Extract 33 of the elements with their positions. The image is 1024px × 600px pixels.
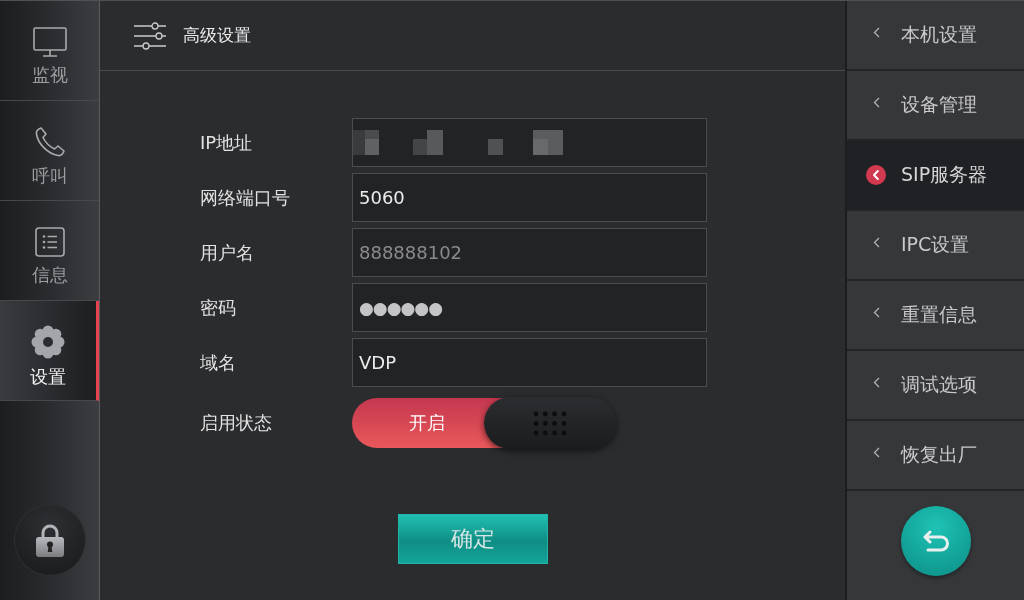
monitor-icon <box>32 26 67 57</box>
sidebar-tab[interactable]: 呼叫 <box>0 101 99 201</box>
return-arrow-icon <box>922 530 949 552</box>
field-label: 网络端口号 <box>200 185 291 210</box>
sidebar-tab[interactable]: 监视 <box>0 1 99 101</box>
input-field[interactable]: VDP <box>352 338 707 387</box>
field-label: 密码 <box>200 295 237 320</box>
gear-icon <box>31 324 65 359</box>
chevron-left-icon <box>866 165 886 185</box>
sidebar-tab[interactable]: 设置 <box>0 301 99 401</box>
page-title: 高级设置 <box>183 24 251 47</box>
field-label: 域名 <box>200 350 237 375</box>
input-field[interactable]: 888888102 <box>352 228 707 277</box>
field-label: IP地址 <box>200 130 254 155</box>
password-field[interactable]: ●●●●●● <box>352 283 707 332</box>
field-label: 用户名 <box>200 240 255 265</box>
field-label: 启用状态 <box>200 411 273 435</box>
toggle-switch[interactable]: 开启 <box>352 398 614 448</box>
chevron-left-icon <box>872 26 880 38</box>
back-button[interactable] <box>900 506 971 576</box>
chevron-left-icon <box>872 236 880 248</box>
input-field[interactable] <box>352 118 707 167</box>
switch-knob[interactable] <box>484 397 616 449</box>
chevron-left-icon <box>872 96 880 108</box>
chevron-left-icon <box>872 446 880 458</box>
padlock-icon <box>34 523 65 557</box>
input-field[interactable]: 5060 <box>352 173 707 222</box>
chevron-left-icon <box>872 376 880 388</box>
menu-item[interactable]: SIP服务器 <box>847 141 1024 211</box>
phone-icon <box>33 125 66 158</box>
sliders-icon <box>134 20 166 51</box>
list-icon <box>34 226 65 257</box>
chevron-left-icon <box>872 306 880 318</box>
